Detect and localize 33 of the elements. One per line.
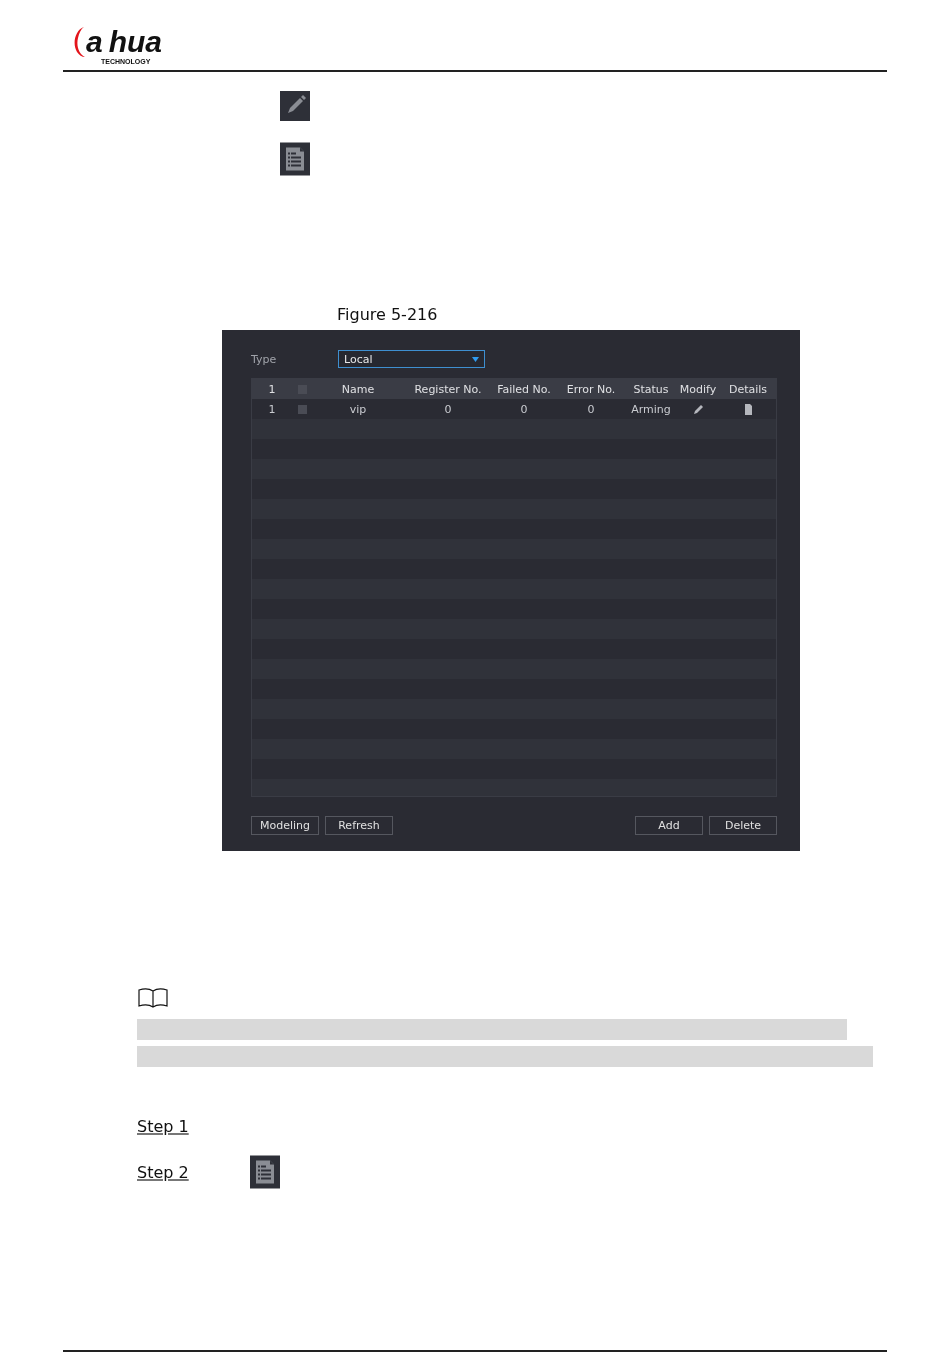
table-cell-text: 0 bbox=[586, 402, 596, 416]
table-cell-text: 1 bbox=[267, 402, 277, 416]
step-label: Step 2 bbox=[137, 1162, 189, 1182]
column-header: 1 bbox=[267, 382, 277, 396]
table-cell-text: 0 bbox=[519, 402, 529, 416]
book-icon bbox=[137, 987, 169, 1009]
type-dropdown[interactable]: Local bbox=[338, 350, 485, 368]
column-header: Failed No. bbox=[496, 382, 552, 396]
column-header: Details bbox=[727, 382, 769, 396]
caret-icon bbox=[472, 356, 479, 362]
step-label: Step 1 bbox=[137, 1116, 189, 1136]
logo-wordmark: hua bbox=[108, 27, 163, 57]
pencil-icon[interactable] bbox=[280, 91, 310, 121]
column-header: Error No. bbox=[565, 382, 617, 396]
type-label: Type bbox=[251, 352, 278, 366]
action-button[interactable]: Delete bbox=[709, 816, 777, 835]
table-cell-text: vip bbox=[348, 402, 368, 416]
action-button[interactable]: Refresh bbox=[325, 816, 393, 835]
figure-caption: Figure 5-216 bbox=[337, 305, 439, 325]
table-cell-text: Arming bbox=[630, 402, 672, 416]
document-icon[interactable] bbox=[249, 1155, 280, 1189]
checkbox[interactable] bbox=[297, 404, 307, 414]
column-header: Modify bbox=[678, 382, 718, 396]
action-button[interactable]: Add bbox=[635, 816, 703, 835]
pencil-icon[interactable] bbox=[692, 403, 704, 415]
swoosh-icon bbox=[73, 26, 85, 58]
action-button[interactable]: Modeling bbox=[251, 816, 319, 835]
table-cell-text: 0 bbox=[443, 402, 453, 416]
column-header: Status bbox=[632, 382, 670, 396]
logo-mark: a bbox=[86, 27, 103, 57]
column-header: Register No. bbox=[413, 382, 483, 396]
document-icon[interactable] bbox=[742, 403, 754, 415]
column-header: Name bbox=[340, 382, 376, 396]
